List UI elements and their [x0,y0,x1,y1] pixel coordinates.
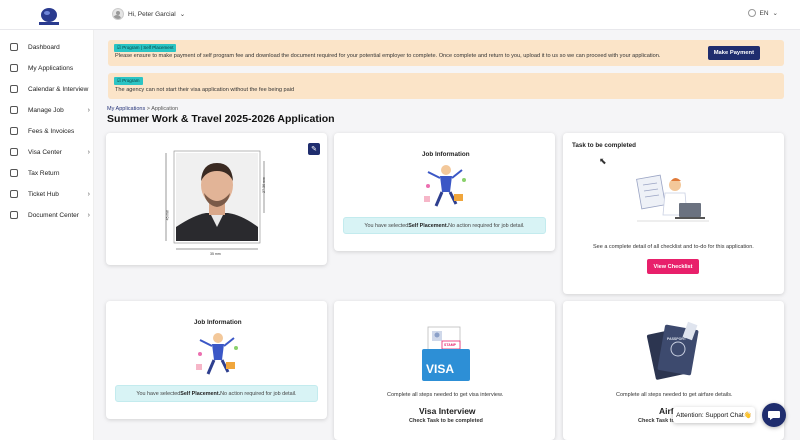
sidebar-item-calendar-interview[interactable]: Calendar & Interview [6,81,92,97]
photo-card: 45 mm 35 mm 27-36 mm ✎ [106,133,327,265]
chevron-right-icon: › [87,106,90,114]
user-avatar [112,8,124,20]
mouse-cursor-icon: ⬉ [599,156,607,166]
payment-alert-message: Please ensure to make payment of self pr… [115,53,661,59]
payment-alert: ☑ Program | Self Placement Please ensure… [108,40,784,66]
view-checklist-button[interactable]: View Checklist [647,259,699,274]
job-information-title: Job Information [194,319,242,326]
passport-label: PASSPORT [667,337,686,341]
visa-stamp-text: STAMP [444,343,456,347]
job-info-box: You have selected Self Placement. No act… [343,217,546,234]
sidebar-item-label: Document Center [28,211,79,219]
job-info-suffix: No action required for job detail. [448,222,525,229]
invoice-icon [10,127,18,135]
edit-photo-button[interactable]: ✎ [308,143,320,155]
edit-icon: ✎ [311,146,317,153]
receipt-icon [10,169,18,177]
task-card: Task to be completed See a complete deta… [563,133,784,294]
job-illustration [196,333,238,375]
support-chat-prompt[interactable]: Attention: Support Chat👋 [673,407,755,423]
job-info-prefix: You have selected [364,222,409,229]
sidebar-item-visa-center[interactable]: Visa Center › [6,144,92,160]
chevron-right-icon: › [87,190,90,198]
visa-card-description: Complete all steps needed to get visa in… [387,392,504,398]
sidebar-item-manage-job[interactable]: Manage Job › [6,102,92,118]
visa-alert-message: The agency can not start their visa appl… [115,87,295,93]
sidebar-item-label: Manage Job [28,106,64,114]
task-card-description: See a complete detail of all checklist a… [593,244,754,250]
job-information-card-secondary: Job Information You have selected Self P… [106,301,327,419]
job-information-title: Job Information [422,151,470,158]
airfare-card-description: Complete all steps needed to get airfare… [616,392,733,398]
ticket-icon [10,190,18,198]
photo-height-label: 45 mm [165,209,170,221]
sidebar-item-label: Tax Return [28,169,60,177]
chat-button[interactable] [762,403,786,427]
job-info-bold: Self Placement. [180,390,221,397]
user-greeting: Hi, Peter Garcial [128,10,176,18]
sidebar-item-dashboard[interactable]: Dashboard [6,39,92,55]
users-icon [10,106,18,114]
sidebar-item-ticket-hub[interactable]: Ticket Hub › [6,186,92,202]
sidebar-item-label: Fees & Invoices [28,127,75,135]
sidebar-item-label: Ticket Hub [28,190,59,198]
chevron-right-icon: › [87,211,90,219]
job-info-suffix: No action required for job detail. [220,390,297,397]
job-info-prefix: You have selected [136,390,181,397]
sidebar-item-document-center[interactable]: Document Center › [6,207,92,223]
breadcrumb-separator: > [146,106,150,112]
passport-illustration [646,321,699,380]
page-title: Summer Work & Travel 2025-2026 Applicati… [107,113,335,125]
job-info-box: You have selected Self Placement. No act… [115,385,318,402]
chat-icon [768,411,780,420]
visa-badge-text: VISA [426,362,455,376]
job-illustration [424,165,466,207]
plane-icon [10,148,18,156]
photo-face-label: 27-36 mm [261,177,266,193]
sidebar-item-label: Calendar & Interview [28,85,89,93]
chevron-down-icon: ⌄ [179,11,186,18]
home-icon [10,43,18,51]
sidebar-item-label: My Applications [28,64,74,72]
program-tag: ☑ Program [114,77,143,85]
folder-icon [10,211,18,219]
photo-width-label: 35 mm [210,252,221,256]
breadcrumb-my-applications[interactable]: My Applications [107,106,145,112]
visa-interview-title: Visa Interview [419,406,476,416]
breadcrumb-current: Application [151,106,179,112]
visa-interview-card: VISA STAMP Complete all steps needed to … [334,301,555,440]
sidebar-item-my-applications[interactable]: My Applications [6,60,92,76]
visa-check-task-link[interactable]: Check Task to be completed [409,418,483,424]
user-menu[interactable]: Hi, Peter Garcial ⌄ [112,8,185,20]
sidebar-item-fees-invoices[interactable]: Fees & Invoices [6,123,92,139]
sidebar-item-label: Dashboard [28,43,60,51]
checklist-illustration [636,174,709,222]
top-header: Hi, Peter Garcial ⌄ EN ⌄ [0,0,800,30]
task-card-title: Task to be completed [572,142,636,149]
sidebar: Dashboard My Applications Calendar & Int… [0,30,94,440]
company-logo[interactable] [36,5,62,27]
visa-alert: ☑ Program The agency can not start their… [108,73,784,99]
breadcrumb: My Applications > Application [107,106,178,112]
sidebar-item-tax-return[interactable]: Tax Return [6,165,92,181]
job-information-card: Job Information You have selected Self P… [334,133,555,251]
globe-icon [747,9,756,17]
sidebar-item-label: Visa Center [28,148,62,156]
make-payment-button[interactable]: Make Payment [707,46,760,60]
language-selector[interactable]: EN ⌄ [747,9,778,17]
chevron-right-icon: › [87,148,90,156]
program-tag: ☑ Program | Self Placement [114,44,177,52]
language-label: EN [759,9,769,17]
passport-photo [165,150,265,250]
chevron-down-icon: ⌄ [772,10,778,17]
calendar-icon [10,85,18,93]
job-info-bold: Self Placement. [408,222,449,229]
document-icon [10,64,18,72]
